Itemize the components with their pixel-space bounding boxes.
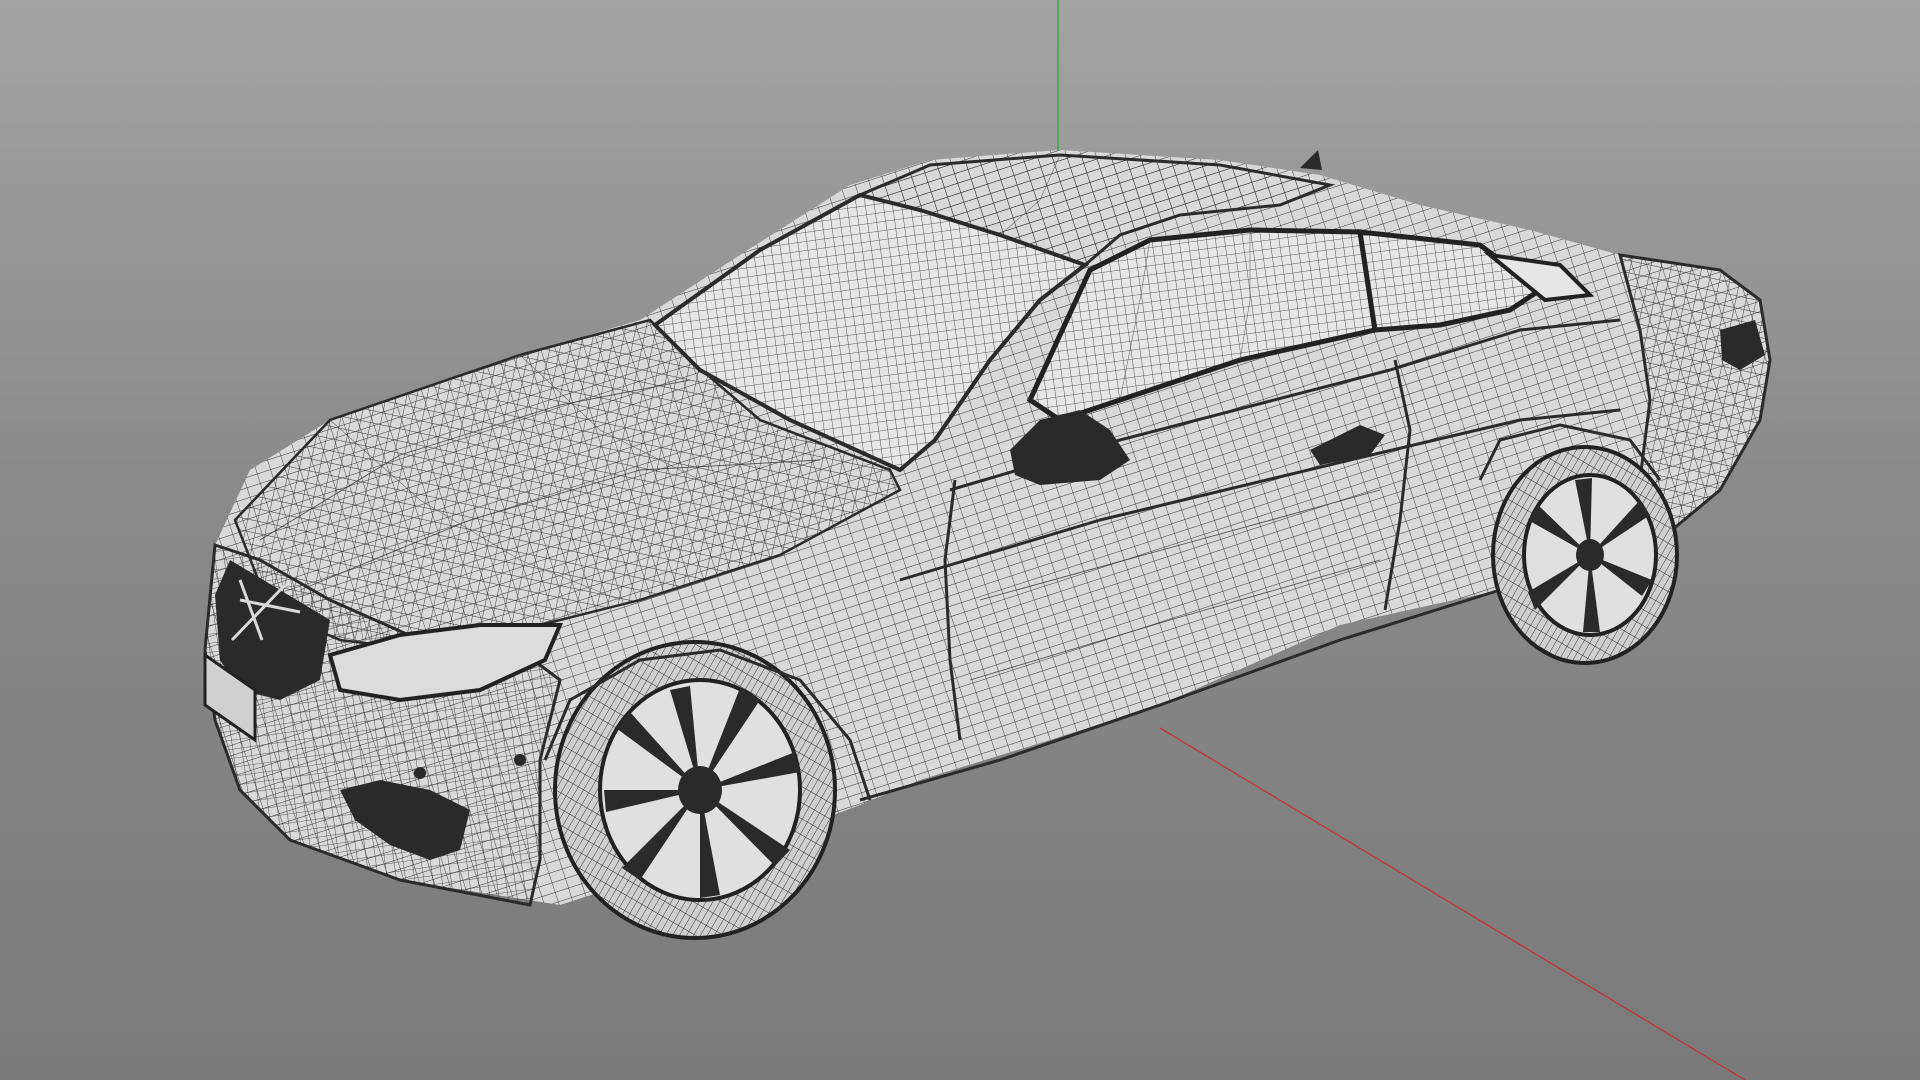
rear-wheel [1491, 445, 1679, 665]
viewport-canvas[interactable] [0, 0, 1920, 1080]
antenna [1300, 150, 1322, 170]
car-wireframe-model[interactable] [203, 150, 1772, 940]
3d-viewport[interactable] [0, 0, 1920, 1080]
x-axis-line [1159, 727, 1746, 1080]
front-wheel [553, 640, 837, 940]
